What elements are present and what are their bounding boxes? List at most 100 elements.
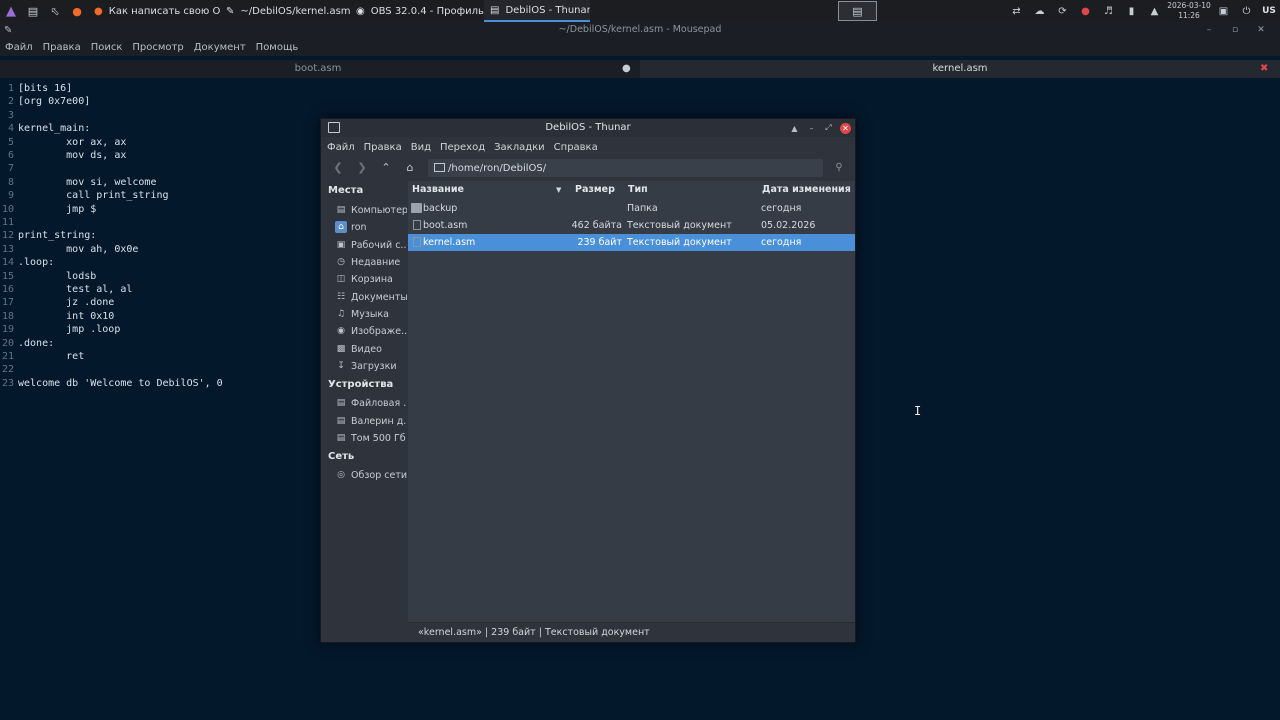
parent-folder-icon[interactable]: ⌃ <box>377 160 395 176</box>
minimize-icon[interactable]: – <box>803 124 820 133</box>
side-item-documents[interactable]: ☷ Документы <box>335 289 407 305</box>
tab-boot-asm[interactable]: boot.asm ● <box>0 60 636 78</box>
workspace-switcher[interactable]: ▤ <box>838 1 877 21</box>
menu-file[interactable]: Файл <box>5 42 33 53</box>
update-icon[interactable]: ⟳ <box>1051 0 1074 22</box>
obs-icon: ◉ <box>356 5 365 17</box>
file-row[interactable]: kernel.asm 239 байт Текстовый документ сего… <box>408 234 855 251</box>
menu-edit[interactable]: Правка <box>364 142 402 153</box>
menu-help[interactable]: Помощь <box>256 42 299 53</box>
clock[interactable]: 2026-03-10 11:26 <box>1166 1 1212 21</box>
line-text: int 0x10 <box>18 310 115 322</box>
column-name[interactable]: Название <box>412 181 464 199</box>
cloud-icon[interactable]: ☁ <box>1028 0 1051 22</box>
side-item-trash[interactable]: ◫ Корзина <box>335 271 407 287</box>
task-firefox[interactable]: ● Как написать свою ОС ... <box>88 0 220 22</box>
tab-kernel-asm[interactable]: kernel.asm ✖ <box>640 60 1280 78</box>
side-item-pictures[interactable]: ◉ Изображе... <box>335 323 407 339</box>
microphone-icon[interactable]: ● <box>1074 0 1097 22</box>
power-icon[interactable]: ⏻ <box>1235 0 1258 22</box>
side-item-recent[interactable]: ◷ Недавние <box>335 254 407 270</box>
location-bar[interactable] <box>428 159 823 177</box>
maximize-icon[interactable]: ▫ <box>1222 22 1248 38</box>
column-type[interactable]: Тип <box>628 181 648 199</box>
file-size <box>528 200 622 217</box>
back-arrow-icon[interactable]: ❮ <box>329 160 347 176</box>
window-thumb-icon: ▤ <box>852 4 863 18</box>
close-icon[interactable]: ✕ <box>1248 22 1274 38</box>
line-number: 9 <box>7 190 14 202</box>
side-item-volume-500[interactable]: ▤ Том 500 Гб <box>335 430 407 446</box>
side-item-drive-2[interactable]: ▤ Валерин д... <box>335 413 407 429</box>
maximize-icon[interactable]: ⤢ <box>820 123 837 133</box>
search-icon[interactable]: ⚲ <box>831 160 847 176</box>
side-item-home[interactable]: ⌂ ron <box>335 219 407 235</box>
task-obs[interactable]: ◉ OBS 32.0.4 - Профиль: ... <box>350 0 484 22</box>
menu-file[interactable]: Файл <box>327 142 355 153</box>
side-item-music[interactable]: ♫ Музыка <box>335 306 407 322</box>
side-item-label: Документы <box>351 291 407 303</box>
modified-dot-icon[interactable]: ● <box>622 60 631 78</box>
menu-help[interactable]: Справка <box>554 142 598 153</box>
tab-close-icon[interactable]: ✖ <box>1260 60 1268 78</box>
menu-search[interactable]: Поиск <box>91 42 123 53</box>
menu-view[interactable]: Просмотр <box>132 42 183 53</box>
menu-edit[interactable]: Правка <box>43 42 81 53</box>
location-input[interactable] <box>448 160 818 176</box>
file-row[interactable]: boot.asm 462 байта Текстовый документ 05.02… <box>408 217 855 234</box>
forward-arrow-icon[interactable]: ❯ <box>353 160 371 176</box>
line-text: [bits 16] <box>18 83 73 94</box>
side-item-label: Музыка <box>351 308 389 320</box>
folder-icon: ▤ <box>490 4 500 16</box>
minimize-icon[interactable]: – <box>1196 22 1222 38</box>
status-text: «kernel.asm» | 239 байт | Текстовый доку… <box>418 627 650 638</box>
side-item-videos[interactable]: ▩ Видео <box>335 341 407 357</box>
file-manager-icon[interactable]: ▤ <box>22 0 44 22</box>
file-modified: сегодня <box>761 203 802 214</box>
thunar-titlebar[interactable]: DebilOS - Thunar ▲ – ⤢ ✕ <box>321 119 855 137</box>
task-mousepad[interactable]: ✎ ~/DebilOS/kernel.asm - ... <box>220 0 350 22</box>
file-row[interactable]: backup Папка сегодня <box>408 200 855 217</box>
menu-bookmarks[interactable]: Закладки <box>494 142 545 153</box>
shade-icon[interactable]: ▲ <box>786 124 803 133</box>
side-item-desktop[interactable]: ▣ Рабочий с... <box>335 237 407 253</box>
lock-icon[interactable]: ▣ <box>1212 0 1235 22</box>
side-item-label: Файловая ... <box>351 397 407 409</box>
side-item-label: Валерин д... <box>351 415 407 427</box>
network-icon[interactable]: ⇄ <box>1005 0 1028 22</box>
line-number: 1 <box>7 83 14 94</box>
task-thunar[interactable]: ▤ DebilOS - Thunar <box>484 0 590 22</box>
column-modified[interactable]: Дата изменения <box>762 181 851 199</box>
close-icon[interactable]: ✕ <box>840 122 851 134</box>
side-item-filesystem[interactable]: ▤ Файловая ... <box>335 395 407 411</box>
firefox-icon: ● <box>94 5 103 17</box>
menu-view[interactable]: Вид <box>411 142 431 153</box>
home-icon[interactable]: ⌂ <box>401 160 419 176</box>
line-number: 6 <box>7 150 14 161</box>
pointer-icon[interactable]: ⬁ <box>44 0 66 22</box>
file-name: backup <box>423 203 458 214</box>
line-number: 16 <box>1 284 14 295</box>
side-item-label: ron <box>351 221 367 233</box>
menu-document[interactable]: Документ <box>194 42 246 53</box>
side-item-downloads[interactable]: ↧ Загрузки <box>335 358 407 374</box>
side-item-browse-network[interactable]: ◎ Обзор сети <box>335 467 407 483</box>
line-number: 22 <box>1 364 14 376</box>
line-number: 12 <box>1 230 14 242</box>
notifications-icon[interactable]: ▲ <box>1143 0 1166 22</box>
list-header: Название ▼ Размер Тип Дата изменения <box>408 181 855 199</box>
keyboard-layout[interactable]: US <box>1258 6 1280 16</box>
task-label: Как написать свою ОС ... <box>108 5 220 17</box>
app-menu-icon[interactable]: ▲ <box>0 0 22 22</box>
file-type: Текстовый документ <box>627 220 732 231</box>
column-size[interactable]: Размер <box>575 181 615 199</box>
drive-icon: ▤ <box>336 398 346 408</box>
file-name: kernel.asm <box>423 237 476 248</box>
menu-go[interactable]: Переход <box>440 142 485 153</box>
side-item-computer[interactable]: ▤ Компьютер <box>335 202 407 218</box>
volume-icon[interactable]: ♬ <box>1097 0 1120 22</box>
film-icon: ▩ <box>336 344 346 354</box>
battery-icon[interactable]: ▮ <box>1120 0 1143 22</box>
firefox-icon[interactable]: ● <box>66 0 88 22</box>
side-item-label: Рабочий с... <box>351 239 407 251</box>
